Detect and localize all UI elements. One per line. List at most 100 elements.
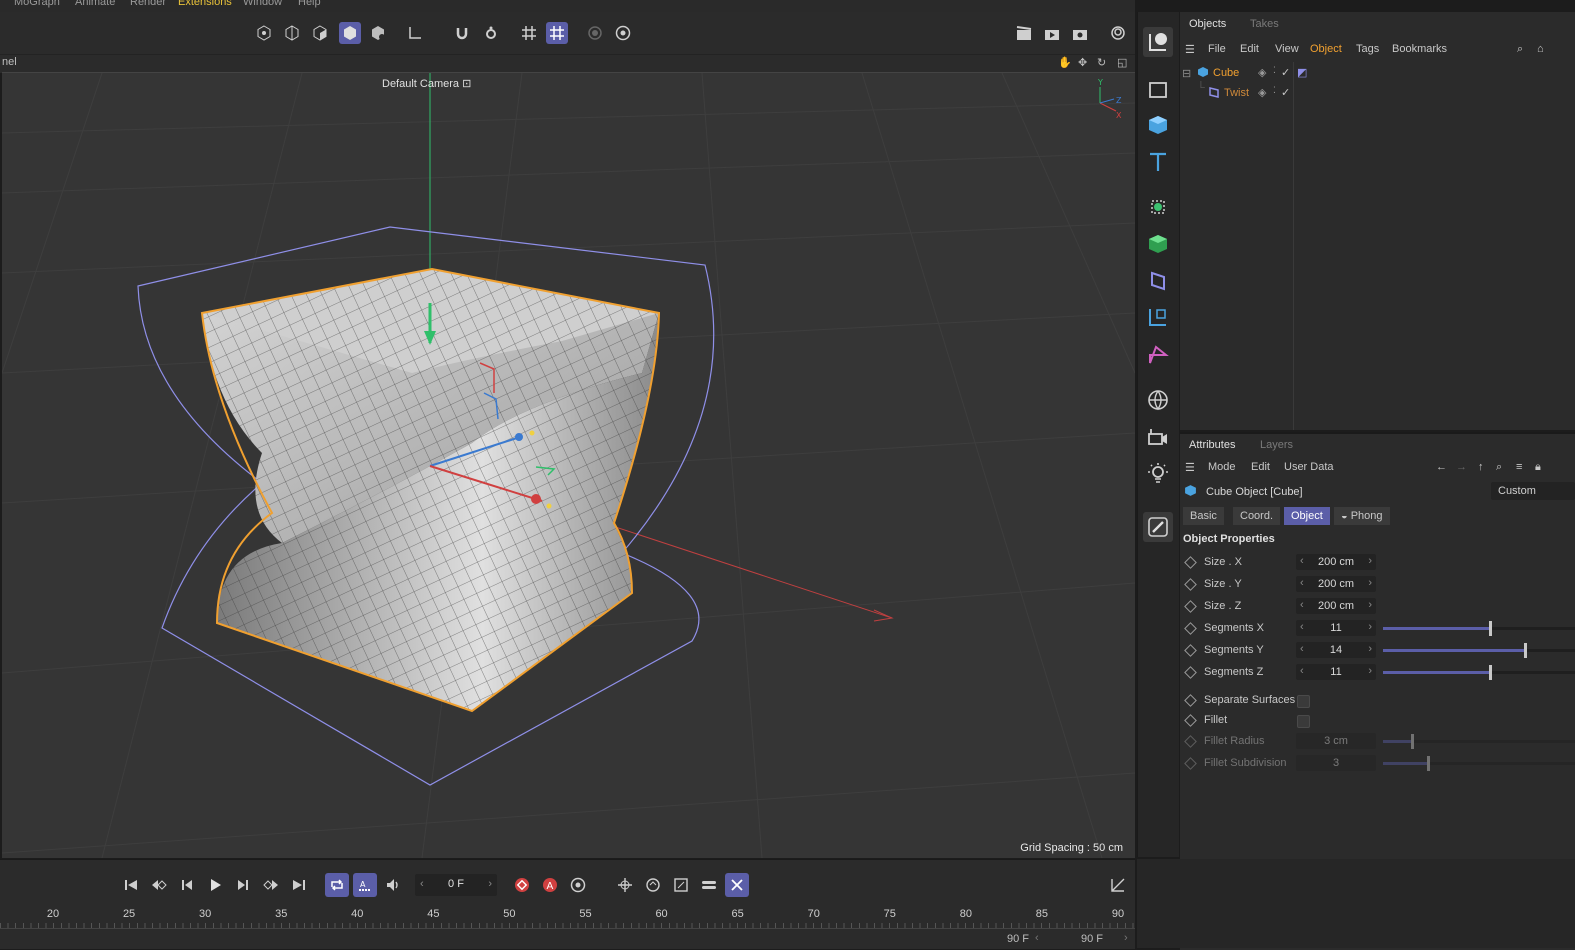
tab-coord[interactable]: Coord. [1233,507,1281,525]
lock-icon[interactable]: 🔒︎ [1535,461,1541,474]
tab-layers[interactable]: Layers [1260,439,1293,451]
layer-icon[interactable]: ◈ [1258,86,1266,99]
spiral-icon[interactable] [1107,22,1129,44]
timeline-ruler[interactable]: 20 25 30 35 40 45 50 55 60 65 70 75 80 85 90 90 F ‹ 90… [0,903,1135,949]
autokey-icon[interactable]: A [538,873,562,897]
rotate-view-icon[interactable]: ↻ [1097,56,1106,69]
previous-frame-icon[interactable] [175,873,199,897]
layer-icon[interactable]: ◈ [1258,66,1266,79]
search-icon[interactable]: ⌕ [1496,461,1502,474]
visibility-dots-icon[interactable]: ⁚ [1273,85,1276,96]
rectangle-spline-icon[interactable] [1143,75,1173,105]
loop-icon[interactable] [325,873,349,897]
tree-item-twist[interactable]: └ Twist ◈ ⁚ ✓ [1180,82,1575,104]
enabled-check-icon[interactable]: ✓ [1281,66,1290,79]
tab-takes[interactable]: Takes [1250,18,1279,30]
keyframe-icon[interactable] [1184,694,1197,707]
next-frame-icon[interactable] [231,873,255,897]
render-view-icon[interactable] [1013,22,1035,44]
snap-magnet-icon[interactable] [451,22,473,44]
objects-menu-object[interactable]: Object [1310,43,1342,55]
playback-rate-icon[interactable]: A [353,873,377,897]
end-frame-a[interactable]: 90 F [1007,933,1029,945]
key-settings-icon[interactable] [566,873,590,897]
hamburger-icon[interactable]: ☰ [1185,461,1195,474]
camera-menu[interactable]: Default Camera ⊡ [382,77,471,90]
panel-menu-label[interactable]: nel [2,56,17,68]
segments-x-slider[interactable] [1383,621,1575,636]
keyframe-icon[interactable] [1184,622,1197,635]
field-icon[interactable] [1143,302,1173,332]
text-tool-icon[interactable] [1143,147,1173,177]
tab-basic[interactable]: Basic [1183,507,1224,525]
phong-tag-icon[interactable]: ◩ [1297,66,1307,79]
enabled-check-icon[interactable]: ✓ [1281,86,1290,99]
back-arrow-icon[interactable]: ← [1436,461,1447,473]
render-settings-icon[interactable] [1069,22,1091,44]
uv-mode-icon[interactable] [367,22,389,44]
objects-menu-edit[interactable]: Edit [1240,43,1259,55]
camera-icon[interactable] [1143,422,1173,452]
search-icon[interactable]: ⌕ [1517,43,1523,56]
key-rotation-icon[interactable] [641,873,665,897]
segments-z-field[interactable]: ‹ 11 › [1296,664,1376,680]
menu-extensions[interactable]: Extensions [178,0,232,8]
fillet-checkbox[interactable] [1297,715,1310,728]
keyframe-icon[interactable] [1184,556,1197,569]
objects-menu-file[interactable]: File [1208,43,1226,55]
menu-render[interactable]: Render [130,0,166,8]
visibility-dots-icon[interactable]: ⁚ [1273,65,1276,76]
size-x-field[interactable]: ‹ 200 cm › [1296,554,1376,570]
timeline-graph-icon[interactable] [1106,873,1130,897]
tab-phong[interactable]: ◒ Phong [1334,507,1390,525]
keyframe-icon[interactable] [1184,578,1197,591]
go-to-start-icon[interactable] [119,873,143,897]
menu-window[interactable]: Window [243,0,282,8]
grid-icon[interactable] [518,22,540,44]
objects-menu-tags[interactable]: Tags [1356,43,1379,55]
play-icon[interactable] [203,873,227,897]
key-parameter-icon[interactable] [697,873,721,897]
attributes-menu-edit[interactable]: Edit [1251,461,1270,473]
pan-icon[interactable]: ✋ [1058,56,1072,69]
deformer-icon[interactable] [1143,266,1173,296]
size-y-field[interactable]: ‹ 200 cm › [1296,576,1376,592]
light-icon[interactable] [1143,458,1173,488]
segments-y-field[interactable]: ‹ 14 › [1296,642,1376,658]
size-z-field[interactable]: ‹ 200 cm › [1296,598,1376,614]
key-point-level-icon[interactable] [725,873,749,897]
mograph-effector-icon[interactable] [1143,340,1173,370]
attributes-menu-user-data[interactable]: User Data [1284,461,1334,473]
tree-item-cube[interactable]: ⊟ Cube ◈ ⁚ ✓ ◩ [1180,64,1575,84]
collapse-icon[interactable]: ⊟ [1182,67,1191,80]
viewport-3d[interactable]: Y Z X Default Camera ⊡ Grid Spacing : 50… [2,72,1135,858]
cube-primitive-icon[interactable] [1143,110,1173,140]
segments-x-field[interactable]: ‹ 11 › [1296,620,1376,636]
sketch-tool-icon[interactable] [1143,512,1173,542]
model-mode-icon[interactable] [339,22,361,44]
next-key-icon[interactable] [259,873,283,897]
move-view-icon[interactable]: ✥ [1078,56,1087,69]
live-selection-icon[interactable] [1143,27,1173,57]
previous-key-icon[interactable] [147,873,171,897]
workplane-grid-icon[interactable] [546,22,568,44]
objects-menu-view[interactable]: View [1275,43,1299,55]
axis-mode-icon[interactable] [404,22,426,44]
points-mode-icon[interactable] [253,22,275,44]
attributes-menu-mode[interactable]: Mode [1208,461,1236,473]
edges-mode-icon[interactable] [281,22,303,44]
hamburger-icon[interactable]: ☰ [1185,43,1195,56]
menu-animate[interactable]: Animate [75,0,115,8]
tab-attributes[interactable]: Attributes [1189,439,1235,451]
key-scale-icon[interactable] [669,873,693,897]
solo-icon[interactable] [584,22,606,44]
segments-y-slider[interactable] [1383,643,1575,658]
up-arrow-icon[interactable]: ↑ [1478,461,1484,473]
forward-arrow-icon[interactable]: → [1456,461,1467,473]
keyframe-icon[interactable] [1184,666,1197,679]
keyframe-icon[interactable] [1184,644,1197,657]
snap-settings-icon[interactable] [480,22,502,44]
render-to-picture-viewer-icon[interactable] [1041,22,1063,44]
polygons-mode-icon[interactable] [309,22,331,44]
cloner-icon[interactable] [1143,192,1173,222]
